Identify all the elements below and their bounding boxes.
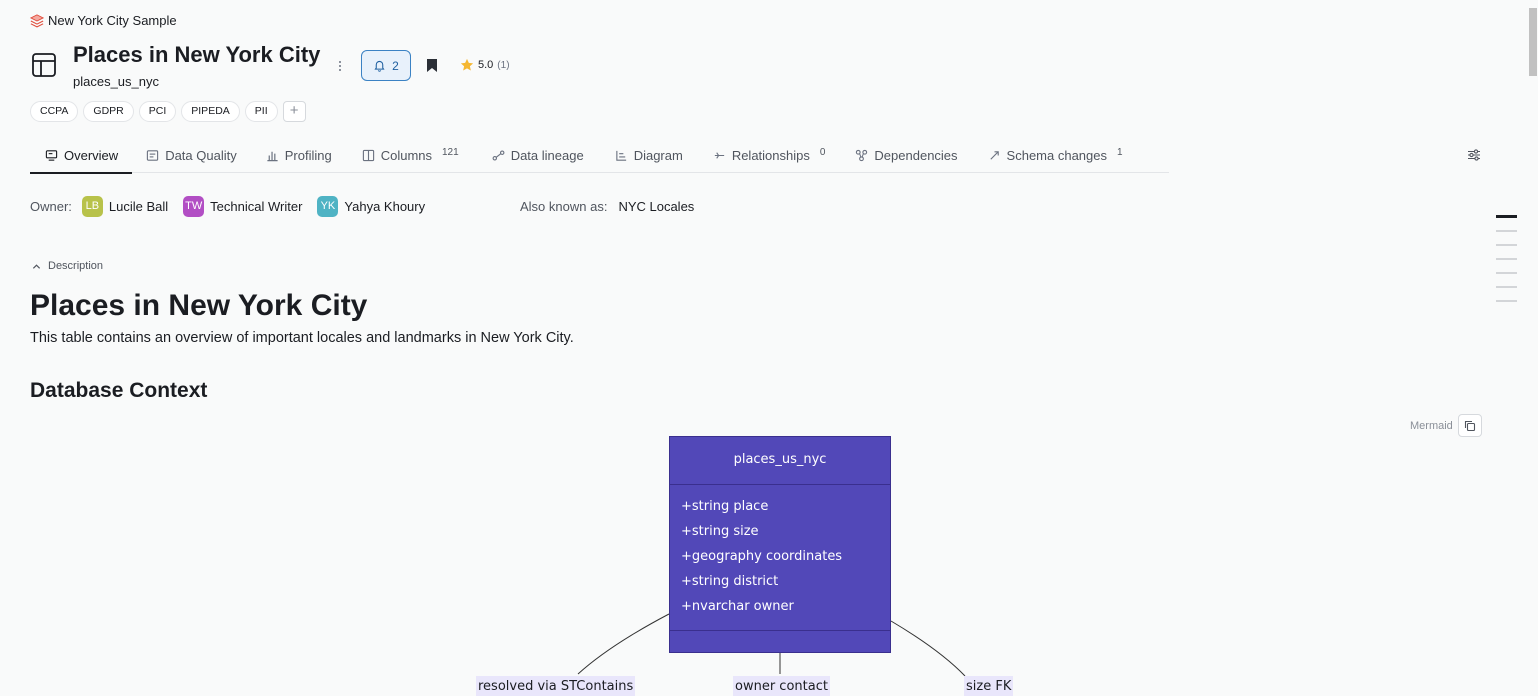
tab-dependencies[interactable]: Dependencies — [855, 138, 958, 173]
tab-label: Overview — [64, 148, 119, 163]
diagram-icon — [615, 150, 626, 161]
owner-lucile-ball[interactable]: LB Lucile Ball — [81, 196, 169, 217]
owner-name: Yahya Khoury — [344, 199, 426, 214]
overview-icon — [45, 150, 58, 161]
bookmark-icon[interactable] — [426, 58, 438, 73]
class-attribute: +nvarchar owner — [681, 599, 794, 614]
bar-chart-icon — [267, 151, 278, 162]
owner-name: Lucile Ball — [108, 199, 169, 214]
tab-label: Data lineage — [510, 148, 584, 163]
minimap-marker[interactable] — [1496, 215, 1517, 218]
lineage-icon — [492, 150, 505, 161]
page-subtitle: places_us_nyc — [73, 74, 159, 89]
tab-label: Data Quality — [165, 148, 237, 163]
avatar: LB — [81, 196, 103, 217]
tag-pci[interactable]: PCI — [138, 101, 177, 122]
schema-changes-icon — [989, 151, 999, 160]
class-attribute: +string place — [681, 499, 769, 514]
minimap-marker[interactable] — [1496, 286, 1517, 288]
class-attribute: +geography coordinates — [681, 549, 843, 564]
owner-yahya-khoury[interactable]: YK Yahya Khoury — [317, 196, 425, 217]
sliders-icon[interactable] — [1467, 148, 1481, 162]
class-name: places_us_nyc — [670, 437, 890, 485]
class-attributes: +string place +string size +geography co… — [670, 485, 890, 631]
star-icon — [460, 58, 474, 71]
aka-value: NYC Locales — [618, 199, 695, 214]
edge-line-left — [577, 613, 670, 675]
owner-technical-writer[interactable]: TW Technical Writer — [183, 196, 302, 217]
relationships-icon — [714, 152, 724, 159]
edge-label-size-fk: size FK — [964, 676, 1014, 696]
description-text: This table contains an overview of impor… — [30, 330, 574, 346]
tab-data-lineage[interactable]: Data lineage — [492, 138, 584, 173]
scrollbar-thumb[interactable] — [1529, 8, 1537, 76]
rating[interactable]: 5.0 (1) — [460, 58, 510, 72]
tag-list: CCPA GDPR PCI PIPEDA PII + — [30, 101, 306, 122]
also-known-as: Also known as: NYC Locales — [520, 199, 694, 214]
tab-columns[interactable]: Columns 121 — [362, 138, 459, 173]
description-toggle[interactable]: Description — [32, 260, 103, 272]
class-attribute: +string size — [681, 524, 759, 539]
tab-label: Diagram — [633, 148, 683, 163]
tag-ccpa[interactable]: CCPA — [30, 101, 79, 122]
class-box[interactable]: places_us_nyc +string place +string size… — [669, 436, 891, 653]
data-quality-icon — [147, 150, 159, 161]
tab-label: Profiling — [284, 148, 332, 163]
description-label: Description — [48, 260, 104, 272]
bell-icon — [374, 60, 385, 72]
breadcrumb[interactable]: New York City Sample — [30, 13, 177, 28]
tab-label: Columns — [380, 148, 432, 163]
mermaid-label: Mermaid — [1410, 420, 1453, 432]
edge-label-owner-contact: owner contact — [733, 676, 830, 696]
copy-icon — [1464, 420, 1476, 431]
tag-pipeda[interactable]: PIPEDA — [181, 101, 240, 122]
tab-label: Schema changes — [1006, 148, 1107, 163]
avatar: TW — [183, 196, 205, 217]
minimap-marker[interactable] — [1496, 272, 1517, 274]
tab-overview[interactable]: Overview — [30, 138, 133, 174]
page-title: Places in New York City — [73, 42, 321, 67]
owner-list: Owner: LB Lucile Ball TW Technical Write… — [30, 196, 440, 217]
add-tag-button[interactable]: + — [282, 101, 306, 122]
tab-count: 1 — [1117, 147, 1123, 158]
breadcrumb-label: New York City Sample — [48, 13, 177, 28]
minimap-marker[interactable] — [1496, 258, 1517, 260]
edge-line-right — [890, 620, 966, 677]
tab-label: Dependencies — [874, 148, 958, 163]
notification-button[interactable]: 2 — [361, 50, 411, 81]
layers-icon — [30, 13, 44, 27]
section-heading: Database Context — [30, 379, 208, 402]
columns-icon — [362, 149, 374, 162]
more-options-icon[interactable] — [334, 57, 346, 75]
edge-label-stcontains: resolved via STContains — [476, 676, 636, 696]
owner-name: Technical Writer — [210, 199, 303, 214]
table-icon — [32, 53, 56, 77]
tag-gdpr[interactable]: GDPR — [83, 101, 134, 122]
dependencies-icon — [856, 149, 868, 162]
tag-pii[interactable]: PII — [244, 101, 278, 122]
notification-count: 2 — [392, 58, 399, 73]
tab-count: 0 — [819, 147, 826, 158]
copy-button[interactable] — [1458, 414, 1482, 437]
tab-relationships[interactable]: Relationships 0 — [713, 138, 826, 173]
tab-bar: Overview Data Quality Profiling Columns … — [30, 138, 1169, 174]
tab-data-quality[interactable]: Data Quality — [146, 138, 237, 173]
tab-profiling[interactable]: Profiling — [266, 138, 332, 173]
minimap-marker[interactable] — [1496, 300, 1517, 302]
class-attribute: +string district — [681, 574, 779, 589]
description-heading: Places in New York City — [30, 289, 368, 322]
section-minimap[interactable] — [1496, 215, 1517, 314]
aka-label: Also known as: — [520, 199, 608, 214]
minimap-marker[interactable] — [1496, 230, 1517, 232]
tab-schema-changes[interactable]: Schema changes 1 — [988, 138, 1123, 173]
rating-count: (1) — [497, 59, 510, 71]
tab-count: 121 — [442, 147, 459, 158]
avatar: YK — [317, 196, 339, 217]
minimap-marker[interactable] — [1496, 244, 1517, 246]
tab-diagram[interactable]: Diagram — [615, 138, 683, 173]
owner-label: Owner: — [30, 199, 72, 214]
chevron-up-icon — [32, 263, 41, 269]
tab-label: Relationships — [731, 148, 810, 163]
rating-value: 5.0 — [478, 59, 494, 71]
